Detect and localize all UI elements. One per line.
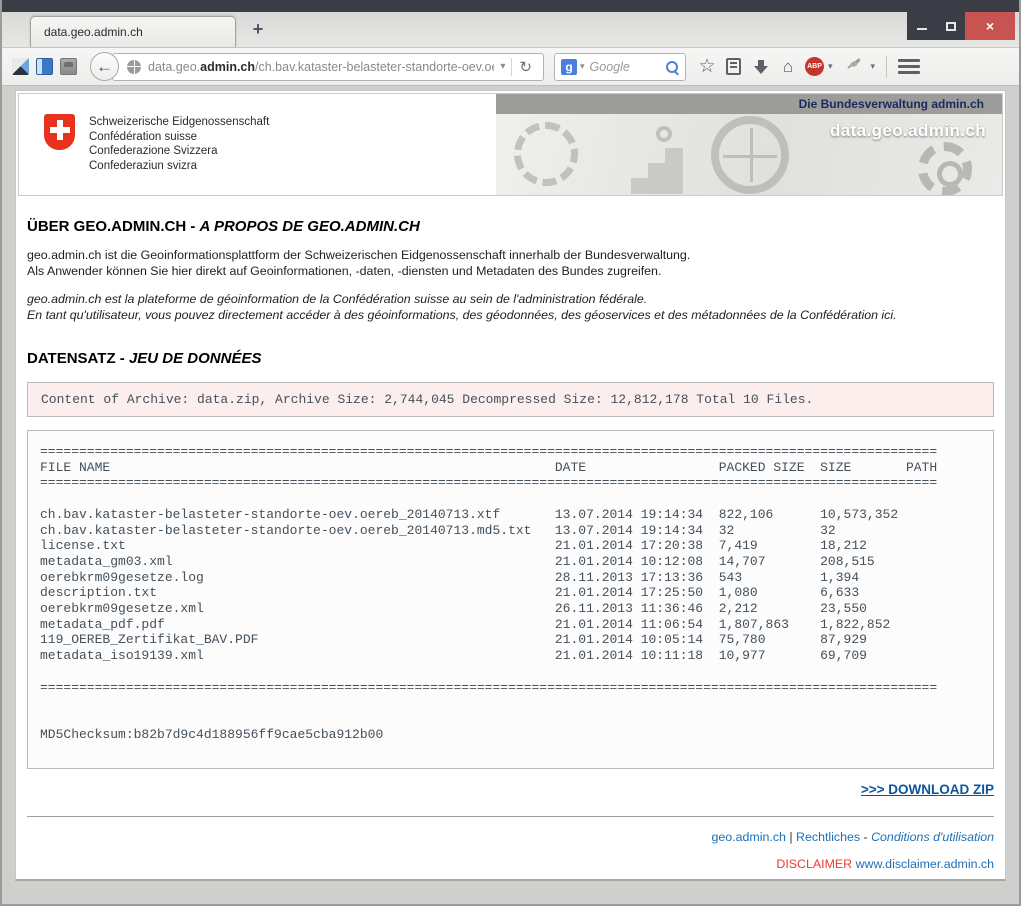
search-engine-dropdown-icon[interactable]: ▾ [577,61,590,72]
bundesverwaltung-bar[interactable]: Die Bundesverwaltung admin.ch [496,94,1002,114]
url-path: /ch.bav.kataster-belasteter-standorte-oe… [255,60,494,74]
about-heading-de: ÜBER GEO.ADMIN.CH - [27,218,200,235]
tab-title: data.geo.admin.ch [44,25,143,39]
navigation-toolbar: ← data.geo.admin.ch/ch.bav.kataster-bela… [2,48,1019,86]
home-icon[interactable]: ⌂ [775,53,801,81]
maximize-button[interactable] [936,12,965,40]
compass-decoration [711,116,789,194]
adblock-dropdown-icon[interactable]: ▾ [824,61,837,72]
minimize-button[interactable] [907,12,936,40]
about-fr-line2: En tant qu'utilisateur, vous pouvez dire… [27,308,897,322]
adblock-button[interactable]: ABP ▾ [805,57,837,76]
toolbar-separator [886,56,887,78]
gear-decoration [918,142,972,195]
search-icon[interactable] [665,60,679,74]
dataset-heading-fr: JEU DE DONNÉES [129,350,262,367]
footer-link-rechtliches[interactable]: Rechtliches [796,830,860,844]
menu-icon[interactable] [898,56,920,77]
close-button[interactable]: × [965,12,1015,40]
reload-icon[interactable]: ↻ [511,58,539,76]
bookmark-star-icon[interactable]: ☆ [694,53,720,81]
url-dropdown-icon[interactable]: ▾ [494,61,511,72]
archive-summary: Content of Archive: data.zip, Archive Si… [27,382,994,417]
archive-listing-pre: ========================================… [40,444,981,742]
confederation-names: Schweizerische Eidgenossenschaft Confédé… [89,114,269,173]
search-placeholder: Google [590,60,665,74]
logo-line-rm: Confederaziun svizra [89,159,269,174]
dataset-heading-de: DATENSATZ - [27,350,129,367]
logo-line-fr: Confédération suisse [89,130,269,145]
footer-link-geoadmin[interactable]: geo.admin.ch [712,830,786,844]
url-bar[interactable]: data.geo.admin.ch/ch.bav.kataster-belast… [112,53,544,81]
dataset-heading: DATENSATZ - JEU DE DONNÉES [27,350,994,367]
about-de-line2: Als Anwender können Sie hier direkt auf … [27,264,661,278]
google-engine-icon[interactable]: g [561,59,577,75]
about-de-line1: geo.admin.ch ist die Geoinformationsplat… [27,248,690,262]
about-paragraph-de: geo.admin.ch ist die Geoinformationsplat… [27,248,994,279]
footer-links: geo.admin.ch | Rechtliches - Conditions … [27,830,994,844]
footer-link-conditions[interactable]: Conditions d'utilisation [871,830,994,844]
new-tab-button[interactable]: + [245,19,271,40]
active-tab[interactable]: data.geo.admin.ch [30,16,236,47]
back-button[interactable]: ← [90,52,119,81]
bookmark-app-icon-3[interactable] [60,58,77,75]
window-controls: × [907,12,1015,40]
addon-fly-icon[interactable] [845,56,863,77]
stairs-decoration [631,148,683,194]
download-zip-link[interactable]: >>> DOWNLOAD ZIP [861,782,994,797]
web-page: Schweizerische Eidgenossenschaft Confédé… [15,90,1006,881]
toolbar-buttons: ☆ ⌂ ABP ▾ ▾ [694,53,924,81]
footer-divider [27,816,994,817]
addon-dropdown-icon[interactable]: ▾ [867,61,880,72]
url-tools: ▾ ↻ [494,58,539,76]
logo-line-it: Confederazione Svizzera [89,144,269,159]
url-text: data.geo.admin.ch/ch.bav.kataster-belast… [148,60,494,74]
banner-title: data.geo.admin.ch [830,121,986,141]
browser-window: data.geo.admin.ch + × ← data.geo.admin.c… [0,0,1021,906]
footer-dash: - [860,830,871,844]
spiral-decoration [514,122,578,186]
download-row: >>> DOWNLOAD ZIP [27,781,994,799]
about-fr-line1: geo.admin.ch est la plateforme de géoinf… [27,292,647,306]
url-prefix: data.geo. [148,60,200,74]
disclaimer-link[interactable]: www.disclaimer.admin.ch [856,857,994,871]
disclaimer-label: DISCLAIMER [776,857,852,871]
bookmarks-menu-icon[interactable] [726,58,741,75]
logo-line-de: Schweizerische Eidgenossenschaft [89,115,269,130]
footer-disclaimer: DISCLAIMER www.disclaimer.admin.ch [27,857,994,871]
downloads-icon[interactable] [753,59,769,75]
about-heading-fr: A PROPOS DE GEO.ADMIN.CH [200,218,420,235]
header-banner: Die Bundesverwaltung admin.ch data.geo.a… [496,94,1002,195]
site-identity-globe-icon[interactable] [127,60,141,74]
url-domain: admin.ch [200,60,255,74]
page-viewport: Schweizerische Eidgenossenschaft Confédé… [2,86,1019,906]
titlebar [2,0,1019,12]
about-paragraph-fr: geo.admin.ch est la plateforme de géoinf… [27,292,994,323]
person-decoration [656,126,672,142]
banner-image: data.geo.admin.ch [496,114,1002,195]
about-heading: ÜBER GEO.ADMIN.CH - A PROPOS DE GEO.ADMI… [27,218,994,235]
archive-listing-box: ========================================… [27,430,994,769]
bookmark-app-icon-2[interactable] [36,58,53,75]
adblock-icon[interactable]: ABP [805,57,824,76]
site-header: Schweizerische Eidgenossenschaft Confédé… [18,93,1003,196]
footer-pipe: | [786,830,796,844]
swiss-shield-icon [44,114,75,150]
bookmark-app-icon-1[interactable] [12,58,29,75]
tab-bar: data.geo.admin.ch + × [2,12,1019,48]
search-bar[interactable]: g ▾ Google [554,53,686,81]
page-main: ÜBER GEO.ADMIN.CH - A PROPOS DE GEO.ADMI… [16,218,1005,871]
